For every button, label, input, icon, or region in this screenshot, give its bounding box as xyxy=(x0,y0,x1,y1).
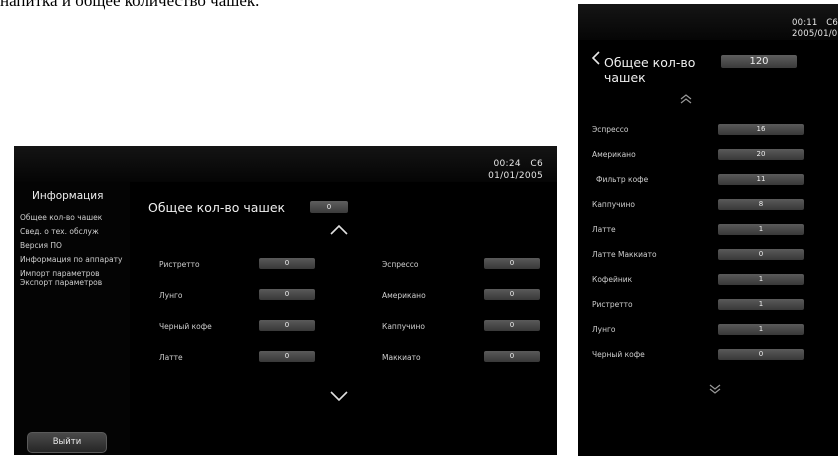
drink-count: 0 xyxy=(484,351,540,362)
clock-time: 00:24 xyxy=(493,159,521,169)
drink-label: Фильтр кофе xyxy=(596,175,649,184)
chevron-up-icon[interactable] xyxy=(329,224,349,238)
sidebar-menu: Общее кол-во чашек Свед. о тех. обслуж В… xyxy=(20,213,128,292)
drink-label: Каппучино xyxy=(382,322,425,331)
drink-count: 0 xyxy=(718,349,804,360)
exit-button[interactable]: Выйти xyxy=(27,432,107,453)
drink-label: Латте xyxy=(159,353,183,362)
drink-label: Кофейник xyxy=(592,275,633,284)
drink-label: Американо xyxy=(592,150,636,159)
drink-label: Лунго xyxy=(592,325,616,334)
drink-label: Черный кофе xyxy=(592,350,645,359)
clock-date: 01/01/2005 xyxy=(488,171,543,181)
double-chevron-up-icon[interactable] xyxy=(679,89,693,104)
drink-label: Ристретто xyxy=(592,300,633,309)
sidebar-item-machine-info[interactable]: Информация по аппарату xyxy=(20,255,128,264)
drink-count: 0 xyxy=(484,289,540,300)
drink-label: Латте xyxy=(592,225,616,234)
clock-time: 00:11 xyxy=(792,18,818,28)
document-text: напитка и общее количество чашек. xyxy=(0,0,260,10)
status-code: C6 xyxy=(826,18,838,28)
sidebar-item-maintenance-info[interactable]: Свед. о тех. обслуж xyxy=(20,227,128,236)
sidebar-title: Информация xyxy=(32,190,104,202)
page-title: Общее кол-во чашек xyxy=(604,55,696,85)
total-cups-label: Общее кол-во чашек xyxy=(148,200,286,215)
chevron-left-icon[interactable] xyxy=(590,50,602,66)
sidebar-item-total-cups[interactable]: Общее кол-во чашек xyxy=(20,213,128,222)
cup-counter-screen-portrait: 00:11 C6 2005/01/0 Общее кол-во чашек 12… xyxy=(578,4,838,456)
drink-count: 0 xyxy=(259,258,315,269)
drink-count: 0 xyxy=(259,289,315,300)
drink-label: Эспрессо xyxy=(382,260,419,269)
drink-label: Черный кофе xyxy=(159,322,212,331)
clock-date: 2005/01/0 xyxy=(792,29,838,39)
drink-label: Латте Маккиато xyxy=(592,250,657,259)
total-cups-value: 120 xyxy=(721,55,797,68)
status-clock: 00:24 C6 01/01/2005 xyxy=(488,158,543,182)
double-chevron-down-icon[interactable] xyxy=(708,380,722,394)
status-clock: 00:11 C6 2005/01/0 xyxy=(792,18,838,40)
drink-count: 1 xyxy=(718,224,804,235)
drink-count: 16 xyxy=(718,124,804,135)
drink-count: 0 xyxy=(718,249,804,260)
drink-label: Маккиато xyxy=(382,353,421,362)
sidebar-item-export-params[interactable]: Экспорт параметров xyxy=(20,278,128,287)
cup-counter-screen-landscape: 00:24 C6 01/01/2005 Информация Общее кол… xyxy=(14,146,557,455)
drink-count: 0 xyxy=(484,320,540,331)
drink-count: 0 xyxy=(259,351,315,362)
drink-count: 1 xyxy=(718,324,804,335)
chevron-down-icon[interactable] xyxy=(329,390,349,404)
top-bar xyxy=(14,146,557,182)
drink-count: 1 xyxy=(718,274,804,285)
drink-label: Ристретто xyxy=(159,260,200,269)
drink-label: Каппучино xyxy=(592,200,635,209)
drink-label: Американо xyxy=(382,291,426,300)
drink-label: Эспрессо xyxy=(592,125,629,134)
drink-count: 1 xyxy=(718,299,804,310)
sidebar: Информация Общее кол-во чашек Свед. о те… xyxy=(14,182,130,455)
drink-count: 0 xyxy=(259,320,315,331)
drink-count: 0 xyxy=(484,258,540,269)
sidebar-item-import-params[interactable]: Импорт параметров xyxy=(20,269,128,278)
drink-count: 11 xyxy=(718,174,804,185)
drink-count: 8 xyxy=(718,199,804,210)
total-cups-value: 0 xyxy=(310,201,348,213)
sidebar-item-software-version[interactable]: Версия ПО xyxy=(20,241,128,250)
drink-count: 20 xyxy=(718,149,804,160)
status-code: C6 xyxy=(530,159,543,169)
drink-label: Лунго xyxy=(159,291,183,300)
